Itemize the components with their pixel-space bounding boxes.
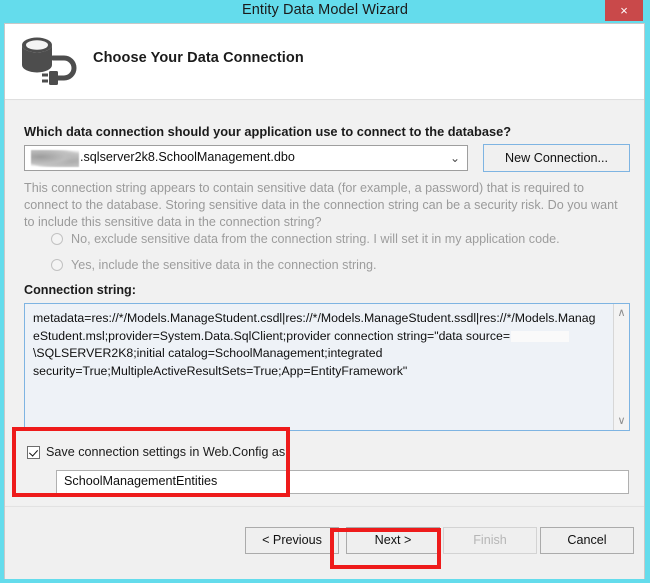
- database-connection-icon: [15, 32, 87, 94]
- new-connection-button[interactable]: New Connection...: [483, 144, 630, 172]
- close-icon[interactable]: ×: [605, 0, 643, 21]
- connection-prompt: Which data connection should your applic…: [24, 124, 512, 139]
- scroll-down-icon[interactable]: ∨: [614, 414, 629, 428]
- connection-string-textarea[interactable]: metadata=res://*/Models.ManageStudent.cs…: [24, 303, 630, 431]
- wizard-footer: < Previous Next > Finish Cancel: [5, 506, 644, 579]
- wizard-header: Choose Your Data Connection: [5, 24, 644, 100]
- entities-name-value: SchoolManagementEntities: [64, 474, 218, 488]
- connection-string-label: Connection string:: [24, 283, 136, 297]
- window-title: Entity Data Model Wizard: [242, 2, 408, 18]
- previous-button[interactable]: < Previous: [245, 527, 339, 554]
- finish-button: Finish: [443, 527, 537, 554]
- title-bar: Entity Data Model Wizard ×: [0, 0, 650, 22]
- next-button[interactable]: Next >: [346, 527, 440, 554]
- chevron-down-icon[interactable]: ⌄: [450, 152, 460, 164]
- dialog-frame: Choose Your Data Connection Which data c…: [4, 23, 645, 579]
- cancel-button[interactable]: Cancel: [540, 527, 634, 554]
- sensitive-data-warning: This connection string appears to contai…: [24, 181, 618, 229]
- radio-label-exclude: No, exclude sensitive data from the conn…: [71, 232, 560, 246]
- redacted-server-name: [31, 150, 79, 167]
- radio-circle-icon[interactable]: [51, 259, 63, 271]
- page-title: Choose Your Data Connection: [93, 50, 304, 66]
- scroll-up-icon[interactable]: ∧: [614, 306, 629, 320]
- connection-string-scrollbar[interactable]: ∧ ∨: [613, 304, 629, 430]
- radio-circle-icon[interactable]: [51, 233, 63, 245]
- save-connection-settings-checkbox[interactable]: [27, 446, 40, 459]
- wizard-body: Which data connection should your applic…: [5, 101, 644, 505]
- entities-name-input[interactable]: SchoolManagementEntities: [56, 470, 629, 494]
- redacted-server-name: [511, 330, 570, 342]
- entity-data-model-wizard-window: Entity Data Model Wizard × Choose Your D…: [0, 0, 650, 583]
- connection-string-value: metadata=res://*/Models.ManageStudent.cs…: [33, 310, 601, 380]
- save-connection-settings-label: Save connection settings in Web.Config a…: [46, 445, 289, 459]
- data-connection-dropdown[interactable]: .sqlserver2k8.SchoolManagement.dbo ⌄: [24, 145, 468, 171]
- connection-string-part-2: \SQLSERVER2K8;initial catalog=SchoolMana…: [33, 346, 408, 378]
- data-connection-value: .sqlserver2k8.SchoolManagement.dbo: [80, 150, 295, 164]
- radio-label-include: Yes, include the sensitive data in the c…: [71, 258, 377, 272]
